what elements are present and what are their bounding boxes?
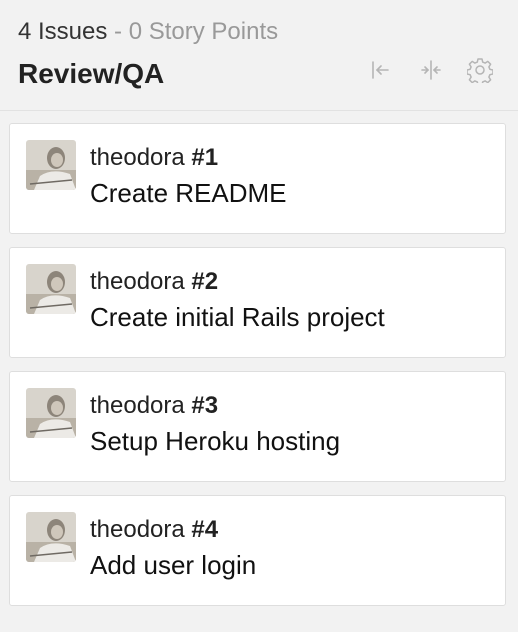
collapse-left-icon[interactable]: [366, 56, 394, 84]
avatar: [26, 388, 76, 438]
issue-title[interactable]: Create README: [90, 178, 287, 209]
issue-card[interactable]: theodora #3 Setup Heroku hosting: [9, 371, 506, 482]
story-points: 0 Story Points: [128, 18, 279, 45]
issue-title[interactable]: Setup Heroku hosting: [90, 426, 340, 457]
assignee-name: theodora: [90, 516, 185, 543]
column-title: Review/QA: [18, 58, 165, 89]
avatar: [26, 264, 76, 314]
issue-card[interactable]: theodora #4 Add user login: [9, 495, 506, 606]
issue-number[interactable]: #2: [191, 268, 218, 295]
issue-title[interactable]: Add user login: [90, 550, 256, 581]
issue-number[interactable]: #4: [191, 516, 218, 543]
issue-meta: theodora #3: [90, 392, 218, 420]
issue-meta: theodora #2: [90, 268, 218, 296]
summary-separator: -: [107, 18, 129, 45]
board-column: 4 Issues - 0 Story Points Review/QA theo…: [0, 0, 518, 632]
column-header: 4 Issues - 0 Story Points Review/QA: [0, 0, 518, 111]
collapse-icon[interactable]: [417, 56, 445, 84]
avatar: [26, 512, 76, 562]
gear-icon[interactable]: [466, 56, 494, 84]
issue-meta: theodora #1: [90, 144, 218, 172]
assignee-name: theodora: [90, 144, 185, 171]
assignee-name: theodora: [90, 392, 185, 419]
issue-card[interactable]: theodora #2 Create initial Rails project: [9, 247, 506, 358]
issue-meta: theodora #4: [90, 516, 218, 544]
assignee-name: theodora: [90, 268, 185, 295]
issue-number[interactable]: #3: [191, 392, 218, 419]
avatar: [26, 140, 76, 190]
issue-number[interactable]: #1: [191, 144, 218, 171]
issue-card[interactable]: theodora #1 Create README: [9, 123, 506, 234]
column-summary: 4 Issues - 0 Story Points: [18, 18, 278, 46]
issue-count: 4 Issues: [18, 18, 108, 45]
issue-title[interactable]: Create initial Rails project: [90, 302, 385, 333]
